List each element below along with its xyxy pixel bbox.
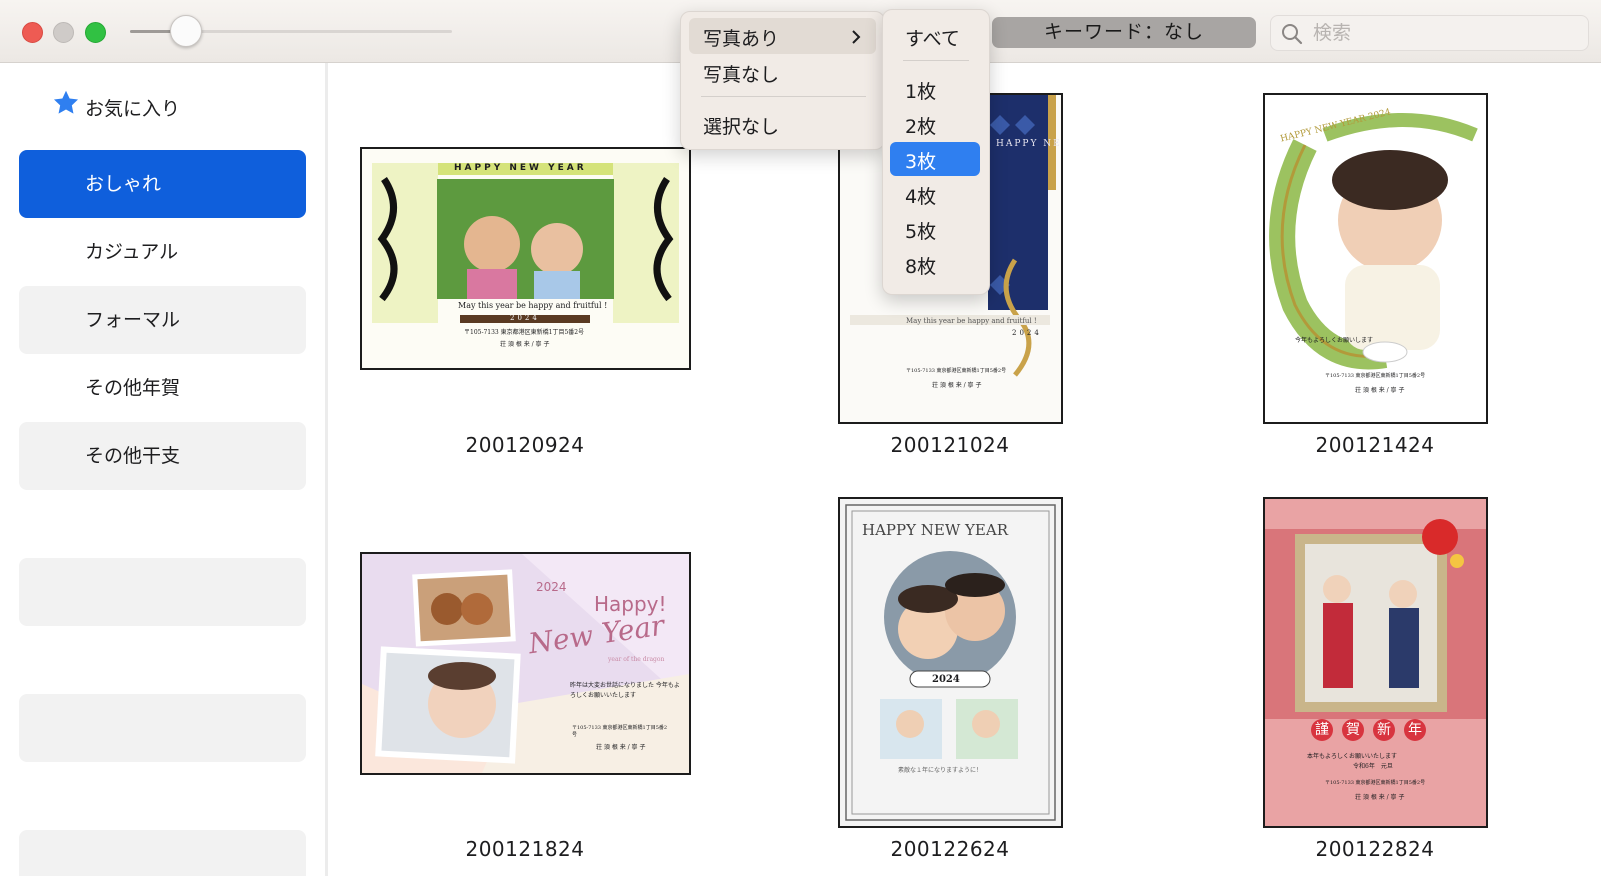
close-window-button[interactable] — [22, 22, 43, 43]
submenu-item-3[interactable]: 3枚 — [905, 147, 936, 174]
keyword-button[interactable]: キーワード：なし — [992, 17, 1256, 48]
template-card[interactable]: 謹賀新年 本年もよろしくお願いいたします 令和6年 元旦 〒105-7133 東… — [1263, 497, 1488, 828]
search-placeholder: 検索 — [1313, 22, 1352, 44]
photo-count-submenu: すべて 1枚 2枚 3枚 4枚 5枚 8枚 — [882, 9, 990, 295]
zoom-slider-knob[interactable] — [169, 15, 202, 47]
card-artwork — [1265, 499, 1486, 826]
favorites-label: お気に入り — [85, 98, 181, 120]
star-icon — [53, 90, 79, 114]
menu-item-none[interactable]: 選択なし — [703, 112, 779, 139]
card-names: 荘 須 根 来 / 寧 子 — [500, 341, 550, 348]
card-header: HAPPY NEW YEAR — [996, 139, 1062, 149]
card-names: 荘 須 根 来 / 寧 子 — [1355, 794, 1405, 801]
template-card[interactable]: HAPPY NEW YEAR 2024 今年もよろしくお願いします 〒105-7… — [1263, 93, 1488, 424]
card-header: HAPPY NEW YEAR — [454, 163, 587, 173]
kanji-circle: 謹 — [1311, 719, 1333, 741]
card-address: 〒105-7133 東京都港区東新橋1丁目5番2号 — [1325, 373, 1426, 379]
search-icon — [1282, 24, 1303, 45]
sidebar-item-oshare[interactable]: おしゃれ — [19, 150, 306, 218]
sidebar-item-empty[interactable] — [19, 558, 306, 626]
submenu-item-8[interactable]: 8枚 — [905, 252, 936, 279]
search-field[interactable]: 検索 — [1270, 15, 1589, 51]
sidebar-item-empty[interactable] — [19, 694, 306, 762]
card-address: 〒105-7133 東京都港区東新橋1丁目5番2号 — [464, 329, 585, 336]
card-message: 素敵な１年になりますように！ — [898, 767, 983, 774]
card-names: 荘 須 根 来 / 寧 子 — [1355, 387, 1405, 394]
card-id-label: 200122624 — [890, 837, 1010, 861]
template-card[interactable]: HAPPY NEW YEAR 2024 素敵な１年になりますように！ — [838, 497, 1063, 828]
sidebar-item-other-nenga[interactable]: その他年賀 — [19, 354, 306, 422]
card-message: May this year be happy and fruitful ! — [458, 301, 608, 310]
card-id-label: 200121424 — [1315, 433, 1435, 457]
zoom-window-button[interactable] — [85, 22, 106, 43]
submenu-item-4[interactable]: 4枚 — [905, 182, 936, 209]
template-card[interactable]: HAPPY NEW YEAR May this year be happy an… — [360, 147, 691, 370]
card-address: 〒105-7133 東京都港区東新橋1丁目5番2号 — [572, 725, 668, 738]
kanji-circle: 新 — [1373, 719, 1395, 741]
minimize-window-button[interactable] — [53, 22, 74, 43]
card-date: 令和6年 元旦 — [1353, 763, 1393, 770]
sidebar-item-empty[interactable] — [19, 830, 306, 876]
kanji-circle: 年 — [1404, 719, 1426, 741]
card-names: 荘 須 根 来 / 寧 子 — [932, 382, 982, 389]
submenu-item-1[interactable]: 1枚 — [905, 77, 936, 104]
card-message: 今年もよろしくお願いします — [1295, 337, 1374, 344]
sidebar-item-casual[interactable]: カジュアル — [19, 218, 306, 286]
card-year: 2024 — [1012, 329, 1042, 337]
menu-separator — [701, 96, 866, 97]
card-header: HAPPY NEW YEAR — [862, 521, 1009, 539]
card-message: 昨年は大変お世話になりました 今年もよろしくお願いいたします — [570, 682, 680, 699]
card-id-label: 200120924 — [465, 433, 585, 457]
card-address: 〒105-7133 東京都港区東新橋1丁目5番2号 — [1325, 780, 1426, 786]
kanji-row: 謹賀新年 — [1311, 719, 1426, 741]
chevron-right-icon — [852, 30, 861, 44]
card-year: 2024 — [536, 580, 567, 594]
menu-item-without-photo[interactable]: 写真なし — [703, 60, 779, 87]
sidebar-item-other-eto[interactable]: その他干支 — [19, 422, 306, 490]
submenu-item-2[interactable]: 2枚 — [905, 112, 936, 139]
card-sub: year of the dragon — [608, 656, 665, 663]
card-year: 2024 — [932, 674, 960, 685]
template-card[interactable]: 2024 Happy! New Year year of the dragon … — [360, 552, 691, 775]
card-address: 〒105-7133 東京都港区東新橋1丁目5番2号 — [906, 368, 1007, 374]
card-id-label: 200122824 — [1315, 837, 1435, 861]
card-artwork — [362, 554, 689, 773]
sidebar: お気に入り おしゃれ カジュアル フォーマル その他年賀 その他干支 — [0, 63, 328, 876]
card-year: 2024 — [510, 314, 540, 322]
card-artwork — [840, 499, 1061, 826]
card-id-label: 200121024 — [890, 433, 1010, 457]
sidebar-item-formal[interactable]: フォーマル — [19, 286, 306, 354]
menu-separator — [903, 60, 969, 61]
card-message: 本年もよろしくお願いいたします — [1307, 753, 1398, 760]
submenu-item-all[interactable]: すべて — [905, 24, 960, 51]
menu-item-with-photo[interactable]: 写真あり — [703, 24, 779, 51]
photo-filter-menu: 写真あり 写真なし 選択なし — [680, 11, 885, 150]
card-message: May this year be happy and fruitful ! — [906, 317, 1037, 325]
card-id-label: 200121824 — [465, 837, 585, 861]
kanji-circle: 賀 — [1342, 719, 1364, 741]
submenu-item-5[interactable]: 5枚 — [905, 217, 936, 244]
app-window: キーワード：なし 検索 お気に入り おしゃれ カジュアル フォーマル その他年賀… — [0, 0, 1601, 876]
card-names: 荘 須 根 来 / 寧 子 — [596, 744, 646, 751]
